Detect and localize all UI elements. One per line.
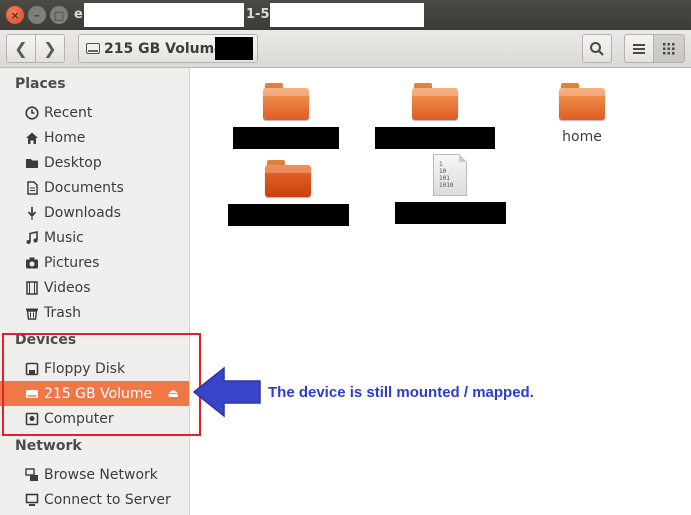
sidebar-item-label: Music bbox=[44, 229, 84, 246]
folder-icon bbox=[263, 83, 309, 121]
back-button[interactable]: ❮ bbox=[6, 34, 36, 63]
network-header: Network bbox=[15, 438, 82, 454]
sidebar-item-label: Recent bbox=[44, 104, 93, 121]
sidebar-item-recent[interactable]: Recent bbox=[0, 100, 189, 125]
search-icon bbox=[590, 41, 604, 56]
sidebar-item-pictures[interactable]: Pictures bbox=[0, 250, 189, 275]
path-label: 215 GB Volume bbox=[104, 40, 224, 57]
sidebar-item-label: Pictures bbox=[44, 254, 100, 271]
film-icon bbox=[24, 280, 40, 296]
redacted-path-segment bbox=[215, 37, 253, 60]
file-name: home bbox=[562, 129, 602, 145]
server-icon bbox=[24, 492, 40, 508]
sidebar-item-connect-to-server[interactable]: Connect to Server bbox=[0, 487, 189, 512]
redacted-file-name bbox=[233, 127, 339, 149]
chevron-right-icon: ❯ bbox=[43, 39, 57, 58]
grid-view-button[interactable] bbox=[653, 34, 685, 63]
sidebar-item-downloads[interactable]: Downloads bbox=[0, 200, 189, 225]
network-icon bbox=[24, 467, 40, 483]
sidebar-item-label: Downloads bbox=[44, 204, 121, 221]
sidebar-item-label: Home bbox=[44, 129, 86, 146]
redacted-title bbox=[84, 3, 244, 27]
list-view-button[interactable] bbox=[624, 34, 654, 63]
desktop-folder-icon bbox=[24, 155, 40, 171]
file-item[interactable] bbox=[226, 160, 350, 226]
sidebar-item-label: Trash bbox=[44, 304, 81, 321]
redacted-file-name bbox=[227, 204, 349, 226]
download-icon bbox=[24, 205, 40, 221]
sidebar-item-label: Desktop bbox=[44, 154, 102, 171]
sidebar-item-desktop[interactable]: Desktop bbox=[0, 150, 189, 175]
redacted-file-name bbox=[375, 127, 495, 149]
places-header: Places bbox=[15, 76, 66, 92]
file-item[interactable]: home bbox=[537, 83, 627, 149]
trash-icon bbox=[24, 305, 40, 321]
redacted-file-name bbox=[394, 202, 506, 224]
file-view: home 1 10 101 1010 bbox=[191, 68, 691, 515]
sidebar-item-music[interactable]: Music bbox=[0, 225, 189, 250]
grid-view-icon bbox=[663, 42, 675, 54]
folder-icon bbox=[559, 83, 605, 121]
sidebar: Places Recent Home Desktop Documents Dow… bbox=[0, 68, 190, 515]
minimize-window-button[interactable]: – bbox=[28, 6, 46, 24]
maximize-window-button[interactable]: □ bbox=[50, 6, 68, 24]
path-bar-button[interactable]: 215 GB Volume bbox=[78, 34, 258, 63]
folder-icon bbox=[265, 160, 311, 198]
sidebar-item-documents[interactable]: Documents bbox=[0, 175, 189, 200]
window-title-start: e bbox=[74, 7, 83, 22]
drive-icon bbox=[86, 43, 100, 54]
file-item[interactable]: 1 10 101 1010 bbox=[393, 154, 507, 224]
sidebar-item-label: Browse Network bbox=[44, 466, 158, 483]
title-bar: × – □ e 1-5c bbox=[0, 0, 691, 30]
chevron-left-icon: ❮ bbox=[14, 39, 28, 58]
sidebar-item-videos[interactable]: Videos bbox=[0, 275, 189, 300]
toolbar: ❮ ❯ 215 GB Volume bbox=[0, 30, 691, 68]
camera-icon bbox=[24, 255, 40, 271]
arrow-icon bbox=[192, 366, 261, 418]
sidebar-item-home[interactable]: Home bbox=[0, 125, 189, 150]
file-item[interactable] bbox=[231, 83, 341, 149]
folder-icon bbox=[412, 83, 458, 121]
document-icon bbox=[24, 180, 40, 196]
search-button[interactable] bbox=[582, 34, 612, 63]
annotation-text: The device is still mounted / mapped. bbox=[268, 384, 534, 401]
sidebar-item-label: Connect to Server bbox=[44, 491, 171, 508]
forward-button[interactable]: ❯ bbox=[35, 34, 65, 63]
highlight-box bbox=[2, 333, 201, 436]
list-view-icon bbox=[633, 43, 645, 54]
music-icon bbox=[24, 230, 40, 246]
home-icon bbox=[24, 130, 40, 146]
binary-file-icon: 1 10 101 1010 bbox=[433, 154, 467, 196]
redacted-title-2 bbox=[270, 3, 424, 27]
sidebar-item-label: Documents bbox=[44, 179, 124, 196]
sidebar-item-label: Videos bbox=[44, 279, 91, 296]
clock-icon bbox=[24, 105, 40, 121]
sidebar-item-trash[interactable]: Trash bbox=[0, 300, 189, 325]
close-window-button[interactable]: × bbox=[6, 6, 24, 24]
sidebar-item-browse-network[interactable]: Browse Network bbox=[0, 462, 189, 487]
file-item[interactable] bbox=[373, 83, 497, 149]
